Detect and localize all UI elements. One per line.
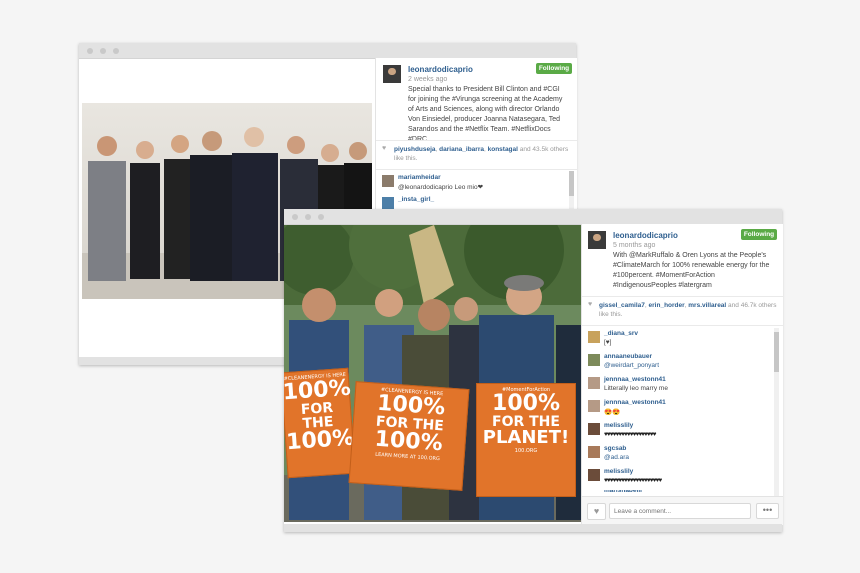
commenter-avatar[interactable]: [588, 423, 600, 435]
comment-username[interactable]: jennnaa_westonn41: [604, 399, 666, 406]
more-options-button[interactable]: •••: [756, 503, 779, 519]
front-window-titlebar: [284, 209, 782, 225]
comment-text: @leonardodicaprio Leo mio❤: [398, 184, 484, 191]
comment-text: ♥♥♥♥♥♥♥♥♥♥♥♥♥♥♥♥♥♥♥♥: [604, 477, 662, 484]
like-user[interactable]: gissel_camila7: [599, 302, 645, 309]
commenter-avatar[interactable]: [382, 197, 394, 209]
window-minimize-dot[interactable]: [100, 48, 106, 54]
front-post-likes: gissel_camila7, erin_horder, mrs.villare…: [599, 302, 777, 318]
divider: [376, 169, 577, 170]
comment-text: [♥]: [604, 339, 612, 346]
window-close-dot[interactable]: [87, 48, 93, 54]
comment-footer: ♥ •••: [582, 496, 783, 525]
front-post-username[interactable]: leonardodicaprio: [613, 231, 678, 240]
comment-username[interactable]: mariamheidar: [398, 174, 441, 181]
comment-item: melisslily ♥♥♥♥♥♥♥♥♥♥♥♥♥♥♥♥♥♥: [588, 422, 771, 444]
comment-item: sgcsab @ad.ara: [588, 445, 771, 467]
front-post-avatar[interactable]: [588, 231, 606, 249]
window-minimize-dot[interactable]: [305, 214, 311, 220]
like-user[interactable]: piyushduseja: [394, 146, 436, 153]
comment-text: Litterally leo marry me: [604, 385, 668, 392]
sign-100-percent-left: #CLEANENERGY IS HERE 100% FOR THE 100%: [284, 367, 356, 479]
comment-username[interactable]: melisslily: [604, 468, 633, 475]
sign-line3: PLANET!: [482, 427, 570, 448]
sign-url: 100.ORG: [514, 448, 538, 454]
like-button[interactable]: ♥: [587, 503, 606, 520]
sign-100-percent-planet: #MomentForAction 100% FOR THE PLANET! 10…: [476, 383, 576, 497]
comment-text: @ad.ara: [604, 454, 630, 461]
front-follow-button[interactable]: Following: [741, 229, 777, 240]
front-post-time: 5 months ago: [613, 242, 656, 249]
comment-item: jennnaa_westonn41 😍😍: [588, 399, 771, 421]
scrollbar-thumb[interactable]: [774, 332, 779, 372]
window-maximize-dot[interactable]: [318, 214, 324, 220]
front-post-panel: leonardodicaprio 5 months ago Following …: [581, 224, 783, 525]
commenter-avatar[interactable]: [588, 377, 600, 389]
comment-username[interactable]: _insta_girl_: [398, 196, 434, 203]
sign-100-percent-center: #CLEANENERGY IS HERE 100% FOR THE 100% L…: [348, 381, 470, 491]
comment-input[interactable]: [609, 503, 751, 519]
comment-text: @weirdart_ponyart: [604, 362, 660, 369]
comment-item: jennnaa_westonn41 Litterally leo marry m…: [588, 376, 771, 398]
like-user[interactable]: mrs.villareal: [688, 302, 726, 309]
back-comments-scrollbar[interactable]: [569, 171, 574, 211]
sign-line1: 100%: [492, 391, 560, 416]
back-follow-button[interactable]: Following: [536, 63, 572, 74]
divider: [582, 296, 783, 297]
commenter-avatar[interactable]: [588, 354, 600, 366]
back-post-time: 2 weeks ago: [408, 76, 448, 83]
heart-icon[interactable]: ♥: [588, 301, 592, 308]
window-maximize-dot[interactable]: [113, 48, 119, 54]
front-post-caption: With @MarkRuffalo & Oren Lyons at the Pe…: [613, 252, 770, 289]
comment-username[interactable]: sgcsab: [604, 445, 626, 452]
comment-username[interactable]: melisslily: [604, 422, 633, 429]
back-post-likes: piyushduseja, dariana_ibarra, konstagal …: [394, 146, 569, 162]
comment-item: melisslily ♥♥♥♥♥♥♥♥♥♥♥♥♥♥♥♥♥♥♥♥: [588, 468, 771, 490]
like-user[interactable]: erin_horder: [649, 302, 685, 309]
comment-item: annaaneubauer @weirdart_ponyart: [588, 353, 771, 375]
like-user[interactable]: dariana_ibarra: [439, 146, 484, 153]
heart-icon: ♥: [593, 506, 600, 516]
commenter-avatar[interactable]: [588, 446, 600, 458]
back-post-avatar[interactable]: [383, 65, 401, 83]
comment-text: 😍😍: [604, 409, 621, 416]
divider: [376, 140, 577, 141]
front-post-photo[interactable]: #CLEANENERGY IS HERE 100% FOR THE 100% #…: [284, 225, 581, 522]
window-close-dot[interactable]: [292, 214, 298, 220]
comment-item: _diana_srv [♥]: [588, 330, 771, 352]
commenter-avatar[interactable]: [588, 469, 600, 481]
comment-username[interactable]: jennnaa_westonn41: [604, 376, 666, 383]
commenter-avatar[interactable]: [382, 175, 394, 187]
back-post-username[interactable]: leonardodicaprio: [408, 65, 473, 74]
scrollbar-thumb[interactable]: [569, 171, 574, 196]
comment-username[interactable]: annaaneubauer: [604, 353, 652, 360]
front-window: #CLEANENERGY IS HERE 100% FOR THE 100% #…: [284, 209, 783, 532]
comment-username[interactable]: _diana_srv: [604, 330, 638, 337]
sign-line3: 100%: [285, 425, 355, 456]
front-comments-scrollbar[interactable]: [774, 328, 779, 496]
commenter-avatar[interactable]: [588, 400, 600, 412]
front-window-bottombar: [284, 524, 782, 532]
back-window-titlebar: [79, 43, 576, 59]
commenter-avatar[interactable]: [588, 331, 600, 343]
back-post-caption: Special thanks to President Bill Clinton…: [408, 86, 563, 143]
comment-item: mariamheidar @leonardodicaprio Leo mio❤: [382, 174, 565, 196]
like-user[interactable]: konstagal: [488, 146, 518, 153]
divider: [582, 325, 783, 326]
comment-username[interactable]: marishabelli: [604, 490, 642, 494]
comment-text: ♥♥♥♥♥♥♥♥♥♥♥♥♥♥♥♥♥♥: [604, 431, 656, 438]
heart-icon[interactable]: ♥: [382, 145, 386, 152]
